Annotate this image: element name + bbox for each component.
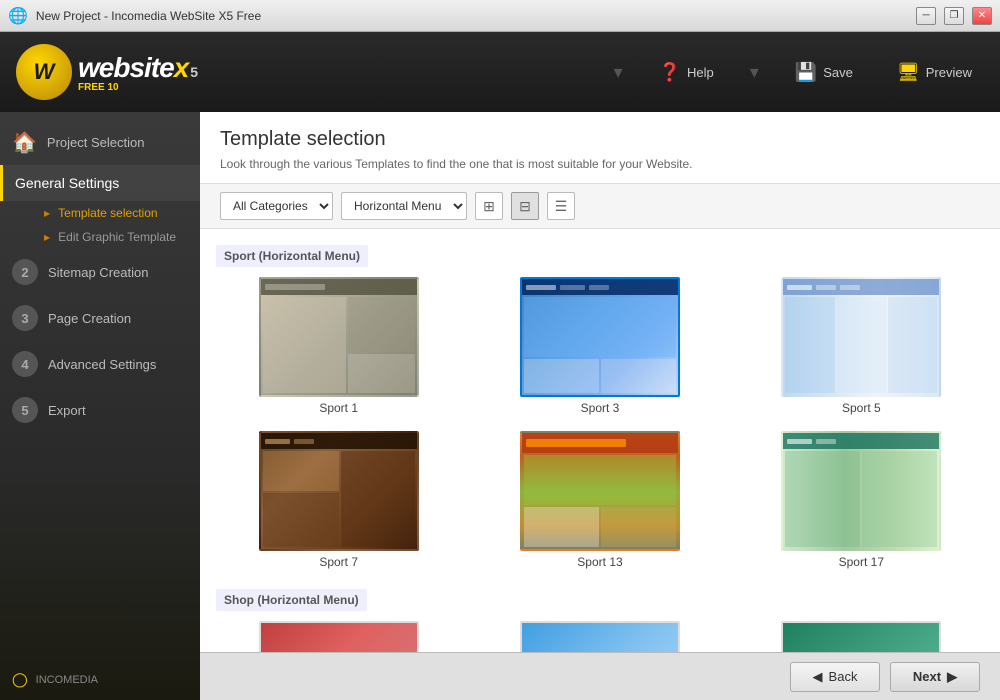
template-thumb-shop2 — [520, 621, 680, 652]
save-icon: 💾 — [795, 62, 817, 83]
sidebar-item-export[interactable]: 5 Export — [0, 387, 200, 433]
header-sep2: ▾ — [750, 62, 759, 83]
help-button[interactable]: ❓ Help — [647, 56, 726, 89]
sidebar: 🏠 Project Selection General Settings ▶ T… — [0, 112, 200, 700]
arrow-icon-2: ▶ — [44, 233, 50, 242]
template-thumb-sport7 — [259, 431, 419, 551]
sidebar-subitem-template-selection[interactable]: ▶ Template selection — [0, 201, 200, 225]
template-scroll-area[interactable]: Sport (Horizontal Menu) — [200, 229, 1000, 652]
logo-free: FREE 10 — [78, 82, 198, 93]
incomedia-label: INCOMEDIA — [36, 674, 98, 686]
close-button[interactable]: ✕ — [972, 7, 992, 25]
template-thumb-sport3 — [520, 277, 680, 397]
view-large-icon[interactable]: ☰ — [547, 192, 575, 220]
template-item-sport1[interactable]: Sport 1 — [216, 277, 461, 415]
template-item-sport17[interactable]: Sport 17 — [739, 431, 984, 569]
shop-template-partial-grid — [216, 621, 984, 652]
step-number-4: 4 — [12, 351, 38, 377]
content-header: Template selection Look through the vari… — [200, 112, 1000, 184]
step-number-2: 2 — [12, 259, 38, 285]
restore-button[interactable]: ❐ — [944, 7, 964, 25]
logo-text: websitex — [78, 52, 188, 84]
page-title: Template selection — [220, 128, 980, 151]
sidebar-item-page-creation[interactable]: 3 Page Creation — [0, 295, 200, 341]
minimize-button[interactable]: ─ — [916, 7, 936, 25]
sidebar-item-advanced-settings[interactable]: 4 Advanced Settings — [0, 341, 200, 387]
incomedia-icon: ◯ — [12, 671, 28, 688]
template-thumb-sport1 — [259, 277, 419, 397]
main-layout: 🏠 Project Selection General Settings ▶ T… — [0, 112, 1000, 700]
sidebar-item-sitemap-creation[interactable]: 2 Sitemap Creation — [0, 249, 200, 295]
sidebar-subitem-edit-graphic-template[interactable]: ▶ Edit Graphic Template — [0, 225, 200, 249]
template-thumb-sport5 — [781, 277, 941, 397]
template-item-sport3[interactable]: Sport 3 — [477, 277, 722, 415]
category-filter[interactable]: All Categories Sport Shop Business Perso… — [220, 192, 333, 220]
template-thumb-shop1 — [259, 621, 419, 652]
home-icon: 🏠 — [12, 130, 37, 155]
title-bar: 🌐 New Project - Incomedia WebSite X5 Fre… — [0, 0, 1000, 32]
next-arrow-icon: ▶ — [947, 669, 957, 685]
arrow-icon: ▶ — [44, 209, 50, 218]
template-item-sport13[interactable]: Sport 13 — [477, 431, 722, 569]
logo-version: 5 — [190, 64, 198, 80]
template-thumb-shop3 — [781, 621, 941, 652]
template-item-sport5[interactable]: Sport 5 — [739, 277, 984, 415]
window-title: New Project - Incomedia WebSite X5 Free — [36, 9, 908, 23]
next-button[interactable]: Next ▶ — [890, 662, 980, 692]
shop-section-label: Shop (Horizontal Menu) — [216, 585, 984, 621]
logo: W websitex 5 FREE 10 — [16, 44, 198, 100]
view-medium-icon[interactable]: ⊟ — [511, 192, 539, 220]
template-item-sport7[interactable]: Sport 7 — [216, 431, 461, 569]
step-number-3: 3 — [12, 305, 38, 331]
help-icon: ❓ — [659, 62, 681, 83]
logo-circle: W — [16, 44, 72, 100]
template-item-shop2[interactable] — [477, 621, 722, 652]
sidebar-item-general-settings[interactable]: General Settings — [0, 165, 200, 201]
incomedia-branding: ◯ INCOMEDIA — [0, 659, 200, 700]
preview-icon: 🖥 — [897, 62, 920, 83]
sidebar-item-project-selection[interactable]: 🏠 Project Selection — [0, 120, 200, 165]
header-sep1: ▾ — [614, 62, 623, 83]
app-header: W websitex 5 FREE 10 ▾ ❓ Help ▾ 💾 Save 🖥… — [0, 32, 1000, 112]
template-thumb-sport17 — [781, 431, 941, 551]
template-thumb-sport13 — [520, 431, 680, 551]
menu-filter[interactable]: Horizontal Menu Vertical Menu No Menu — [341, 192, 467, 220]
back-button[interactable]: ◀ Back — [790, 662, 880, 692]
save-button[interactable]: 💾 Save — [783, 56, 865, 89]
step-number-5: 5 — [12, 397, 38, 423]
content-area: Template selection Look through the vari… — [200, 112, 1000, 700]
page-description: Look through the various Templates to fi… — [220, 157, 980, 171]
bottom-bar: ◀ Back Next ▶ — [200, 652, 1000, 700]
template-item-shop3[interactable] — [739, 621, 984, 652]
template-item-shop1[interactable] — [216, 621, 461, 652]
back-arrow-icon: ◀ — [813, 669, 823, 685]
filter-bar: All Categories Sport Shop Business Perso… — [200, 184, 1000, 229]
view-small-icon[interactable]: ⊞ — [475, 192, 503, 220]
sport-section-label: Sport (Horizontal Menu) — [216, 241, 984, 277]
sport-template-grid: Sport 1 — [216, 277, 984, 569]
preview-button[interactable]: 🖥 Preview — [885, 56, 984, 89]
